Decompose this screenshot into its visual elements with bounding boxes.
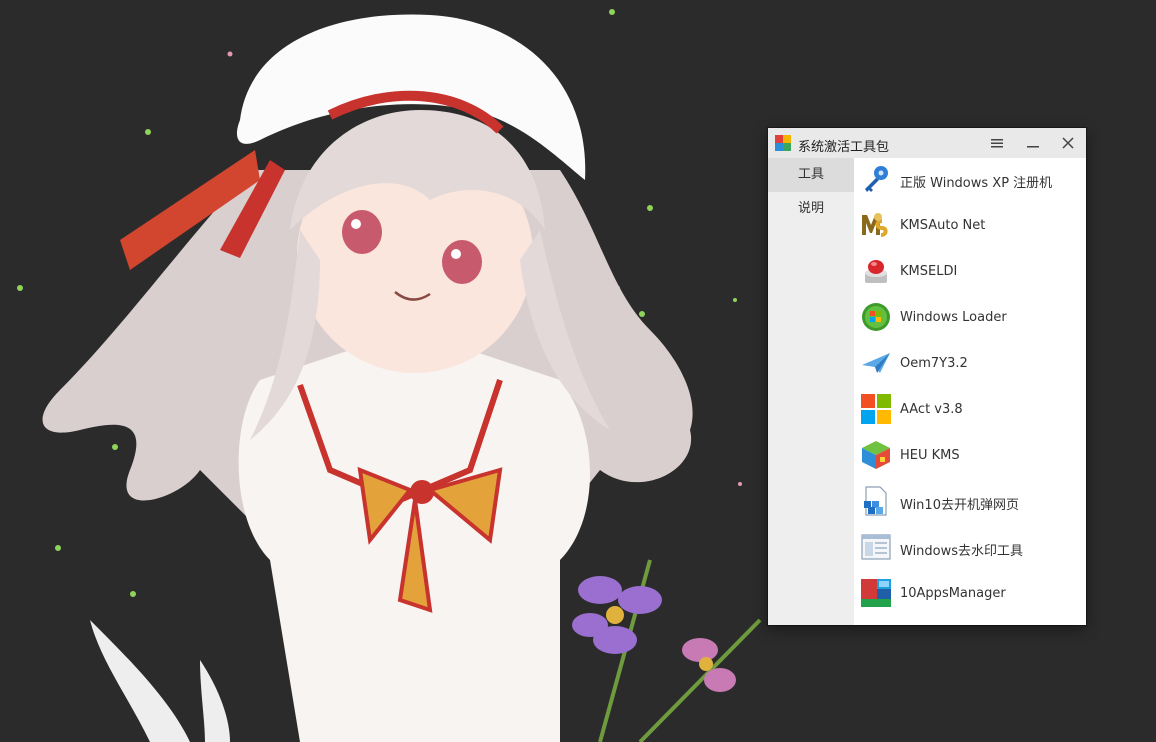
- close-button[interactable]: [1050, 128, 1084, 158]
- sidebar-item-instructions[interactable]: 说明: [768, 192, 854, 226]
- tool-label: HEU KMS: [900, 448, 960, 463]
- tool-item-windows-loader[interactable]: Windows Loader: [854, 296, 1086, 342]
- tool-item-xp-keygen[interactable]: 正版 Windows XP 注册机: [854, 158, 1086, 204]
- activation-toolkit-window: 系统激活工具包 工具 说明 正版 Windows XP 注册机 KMSAuto …: [768, 128, 1086, 625]
- tool-item-watermark-remover[interactable]: Windows去水印工具: [854, 526, 1086, 572]
- red-button-icon: [865, 260, 887, 283]
- tool-list: 正版 Windows XP 注册机 KMSAuto Net KMSELDI Wi…: [854, 158, 1086, 625]
- tool-item-heu-kms[interactable]: HEU KMS: [854, 434, 1086, 480]
- tool-item-kmsauto-net[interactable]: KMSAuto Net: [854, 204, 1086, 250]
- document-icon: [864, 486, 887, 516]
- tool-item-oem7y3[interactable]: Oem7Y3.2: [854, 342, 1086, 388]
- tool-label: Windows Loader: [900, 310, 1007, 325]
- title-bar[interactable]: 系统激活工具包: [768, 128, 1086, 158]
- window-panel-icon: [861, 534, 891, 560]
- windows-logo-icon: [861, 394, 891, 424]
- tool-label: KMSELDI: [900, 264, 958, 279]
- tool-label: AAct v3.8: [900, 402, 963, 417]
- tool-item-aact[interactable]: AAct v3.8: [854, 388, 1086, 434]
- tool-label: Oem7Y3.2: [900, 356, 968, 371]
- tool-label: 正版 Windows XP 注册机: [900, 176, 1053, 191]
- close-icon: [1062, 137, 1074, 149]
- window-title: 系统激活工具包: [798, 140, 890, 155]
- windows-orb-icon: [862, 303, 890, 331]
- key-icon: [865, 166, 888, 192]
- hamburger-menu-icon: [991, 139, 1003, 148]
- tool-item-win10-popup-remover[interactable]: Win10去开机弹网页: [854, 480, 1086, 526]
- minimize-icon: [1027, 146, 1039, 148]
- app-logo-icon: [775, 135, 791, 151]
- tool-label: KMSAuto Net: [900, 218, 986, 233]
- tool-label: Win10去开机弹网页: [900, 498, 1019, 513]
- tool-item-10appsmanager[interactable]: 10AppsManager: [854, 572, 1086, 618]
- tool-label: 10AppsManager: [900, 586, 1006, 601]
- paper-plane-icon: [862, 353, 890, 373]
- apps-manager-icon: [861, 579, 891, 607]
- kms-auto-icon: [862, 213, 888, 237]
- tool-label: Windows去水印工具: [900, 544, 1024, 559]
- sidebar-item-tools[interactable]: 工具: [768, 158, 854, 192]
- menu-button[interactable]: [979, 128, 1013, 158]
- cube-icon: [862, 441, 890, 469]
- minimize-button[interactable]: [1015, 128, 1049, 158]
- sidebar: 工具 说明: [768, 158, 854, 625]
- tool-item-kmseldi[interactable]: KMSELDI: [854, 250, 1086, 296]
